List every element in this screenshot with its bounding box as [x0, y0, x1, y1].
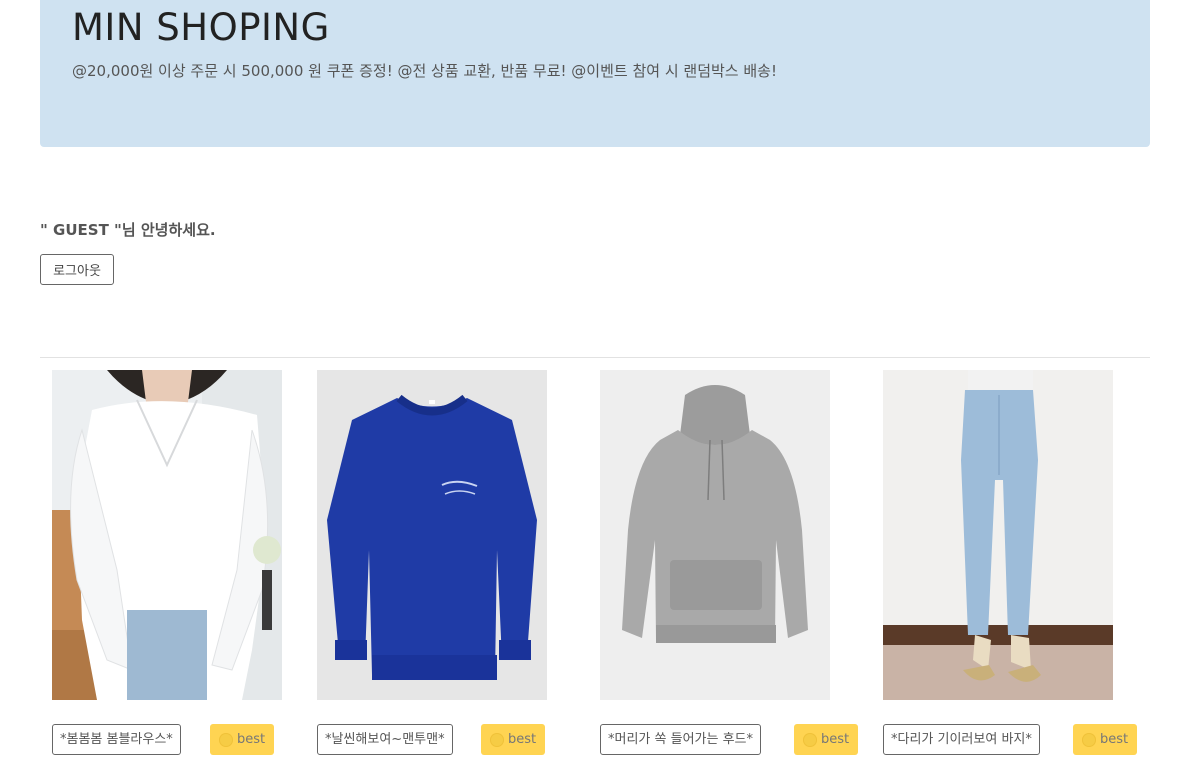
gray-hoodie-photo [600, 370, 830, 700]
promo-text: @20,000원 이상 주문 시 500,000 원 쿠폰 증정! @전 상품 … [72, 62, 777, 80]
product-image-hoodie[interactable] [600, 370, 830, 700]
logout-button[interactable]: 로그아웃 [40, 254, 114, 285]
best-button[interactable]: best [210, 724, 274, 755]
best-label: best [820, 732, 850, 747]
circle-badge-icon [1081, 732, 1096, 747]
light-jeans-photo [883, 370, 1113, 700]
best-button[interactable]: best [481, 724, 545, 755]
product-name[interactable]: *다리가 기이러보여 바지* [883, 724, 1040, 755]
best-button[interactable]: best [1073, 724, 1137, 755]
product-card: *날씬해보여~맨투맨* best [317, 370, 577, 765]
product-image-sweatshirt[interactable] [317, 370, 547, 700]
circle-badge-icon [489, 732, 504, 747]
best-label: best [236, 732, 266, 747]
section-divider [40, 357, 1150, 358]
best-label: best [507, 732, 537, 747]
best-label: best [1099, 732, 1129, 747]
page: MIN SHOPING @20,000원 이상 주문 시 500,000 원 쿠… [0, 0, 1192, 765]
best-button[interactable]: best [794, 724, 858, 755]
circle-badge-icon [802, 732, 817, 747]
promo-banner: MIN SHOPING @20,000원 이상 주문 시 500,000 원 쿠… [40, 0, 1150, 147]
product-card: *머리가 쏙 들어가는 후드* best [600, 370, 860, 765]
product-name[interactable]: *머리가 쏙 들어가는 후드* [600, 724, 761, 755]
user-greeting: " GUEST "님 안녕하세요. [40, 221, 216, 239]
blue-sweatshirt-photo [317, 370, 547, 700]
white-blouse-photo [52, 370, 282, 700]
product-image-blouse[interactable] [52, 370, 282, 700]
circle-badge-icon [218, 732, 233, 747]
product-card: *봄봄봄 봄블라우스* best [52, 370, 312, 765]
product-card: *다리가 기이러보여 바지* best [883, 370, 1143, 765]
product-name[interactable]: *봄봄봄 봄블라우스* [52, 724, 181, 755]
product-name[interactable]: *날씬해보여~맨투맨* [317, 724, 453, 755]
product-image-jeans[interactable] [883, 370, 1113, 700]
site-title: MIN SHOPING [72, 6, 330, 49]
